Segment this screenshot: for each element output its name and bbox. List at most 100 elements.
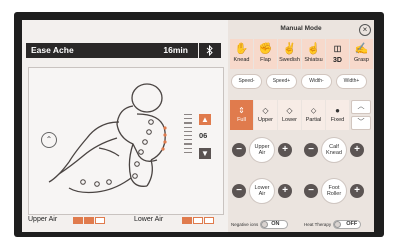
tick [184, 147, 192, 149]
program-time: 16min [163, 45, 188, 55]
body-position-panel: ⌃ ▲ 06 ▼ [28, 67, 224, 215]
air-level-segment [182, 217, 192, 224]
heat-therapy-value: OFF [346, 221, 358, 227]
air-level-segment [73, 217, 83, 224]
upper-air-level-bar[interactable] [73, 217, 105, 224]
tick [184, 139, 192, 141]
bluetooth-glyph [206, 44, 213, 57]
foot-roller-plus-button[interactable]: + [350, 184, 364, 198]
position-down-button[interactable]: ▼ [199, 148, 211, 159]
grasp-icon: ✍ [354, 43, 369, 55]
heat-therapy-setting: Heat Therapy OFF [304, 220, 362, 229]
tick [184, 143, 192, 145]
technique-label: Shiatsu [304, 57, 323, 63]
technique-flap-button[interactable]: ✊ Flap [254, 39, 277, 69]
close-button[interactable]: × [359, 24, 371, 36]
air-level-segment [193, 217, 203, 224]
technique-swedish-button[interactable]: ✌ Swedish [278, 39, 301, 69]
technique-label: Knead [233, 57, 250, 63]
position-value: 06 [199, 131, 208, 140]
technique-shiatsu-button[interactable]: ☝ Shiatsu [302, 39, 325, 69]
zone-full-button[interactable]: ⇕ Full [230, 100, 253, 130]
lower-air-control: − Lower Air + [232, 178, 292, 204]
swedish-icon: ✌ [282, 43, 297, 55]
tick [184, 134, 192, 137]
scroll-toggle-icon[interactable]: ⌃ [41, 132, 57, 148]
calf-knead-minus-button[interactable]: − [304, 143, 318, 157]
full-icon: ⇕ [238, 106, 245, 115]
left-panel: Ease Ache 16min ⌃ ▲ 06 ▼ Upper Air Lower… [22, 20, 228, 232]
negative-ions-label: Negative ions [231, 222, 259, 227]
partial-icon: ⬦ [310, 106, 317, 115]
upper-air-label: Upper Air [28, 216, 58, 223]
manual-mode-panel: Manual Mode × ✋ Knead ✊ Flap ✌ Swedish ☝… [228, 20, 374, 232]
zone-upper-button[interactable]: ◇ Upper [254, 100, 277, 130]
body-figure-icon [48, 83, 167, 194]
upper-air-control-label: Upper Air [249, 137, 275, 163]
air-level-segment [204, 217, 214, 224]
lower-air-level-bar[interactable] [182, 217, 214, 224]
air-level-segment [95, 217, 105, 224]
foot-roller-control: − Foot Roller + [304, 178, 364, 204]
lower-air-minus-button[interactable]: − [232, 184, 246, 198]
technique-grasp-button[interactable]: ✍ Grasp [350, 39, 373, 69]
bluetooth-icon[interactable] [199, 43, 221, 58]
zone-lower-button[interactable]: ◇ Lower [278, 100, 301, 130]
zone-fixed-button[interactable]: ● Fixed [326, 100, 349, 130]
speed-minus-button[interactable]: Speed- [231, 74, 262, 89]
program-name: Ease Ache [31, 45, 74, 55]
tick [184, 126, 192, 128]
position-scale [184, 114, 192, 156]
lower-air-control-label: Lower Air [249, 178, 275, 204]
speed-plus-button[interactable]: Speed+ [266, 74, 297, 89]
technique-label: Grasp [354, 57, 369, 63]
lower-air-plus-button[interactable]: + [278, 184, 292, 198]
zone-down-button[interactable]: ﹀ [351, 116, 371, 130]
zone-partial-button[interactable]: ⬦ Partial [302, 100, 325, 130]
tick [184, 130, 192, 132]
zone-label: Full [237, 117, 246, 123]
zone-label: Partial [305, 117, 322, 123]
upper-air-control: − Upper Air + [232, 137, 292, 163]
foot-roller-minus-button[interactable]: − [304, 184, 318, 198]
zone-up-button[interactable]: ︿ [351, 100, 371, 114]
3d-icon: ◫ [333, 44, 342, 53]
width-minus-button[interactable]: Width- [301, 74, 332, 89]
upper-air-plus-button[interactable]: + [278, 143, 292, 157]
fixed-icon: ● [335, 106, 340, 115]
zone-label: Fixed [330, 117, 345, 123]
technique-label: 3D [333, 57, 342, 64]
toggle-knob [334, 221, 342, 228]
speed-width-row: Speed- Speed+ Width- Width+ [231, 74, 367, 89]
negative-ions-value: ON [271, 221, 280, 227]
heat-therapy-toggle[interactable]: OFF [333, 220, 362, 229]
position-up-button[interactable]: ▲ [199, 114, 211, 125]
zone-row: ⇕ Full ◇ Upper ◇ Lower ⬦ Partial ● Fixed… [230, 100, 371, 130]
flap-icon: ✊ [258, 43, 273, 55]
lower-icon: ◇ [286, 106, 293, 115]
calf-knead-plus-button[interactable]: + [350, 143, 364, 157]
zone-label: Lower [282, 117, 297, 123]
width-plus-button[interactable]: Width+ [336, 74, 367, 89]
tick [184, 122, 192, 124]
zone-label: Upper [258, 117, 273, 123]
tick [184, 151, 192, 153]
technique-3d-button[interactable]: ◫ 3D [326, 39, 349, 69]
calf-knead-control: − Calf Knead + [304, 137, 364, 163]
negative-ions-toggle[interactable]: ON [260, 220, 289, 229]
shiatsu-icon: ☝ [306, 43, 321, 55]
technique-label: Swedish [279, 57, 300, 63]
negative-ions-setting: Negative ions ON [231, 220, 289, 229]
upper-icon: ◇ [262, 106, 269, 115]
tick [184, 114, 192, 116]
zone-adjust: ︿ ﹀ [351, 100, 371, 130]
technique-row: ✋ Knead ✊ Flap ✌ Swedish ☝ Shiatsu ◫ 3D … [230, 39, 373, 69]
heat-therapy-label: Heat Therapy [304, 222, 332, 227]
program-header: Ease Ache 16min [26, 43, 198, 58]
upper-air-minus-button[interactable]: − [232, 143, 246, 157]
air-level-segment [84, 217, 94, 224]
knead-icon: ✋ [234, 43, 249, 55]
technique-knead-button[interactable]: ✋ Knead [230, 39, 253, 69]
calf-knead-control-label: Calf Knead [321, 137, 347, 163]
screen: Ease Ache 16min ⌃ ▲ 06 ▼ Upper Air Lower… [22, 20, 374, 232]
